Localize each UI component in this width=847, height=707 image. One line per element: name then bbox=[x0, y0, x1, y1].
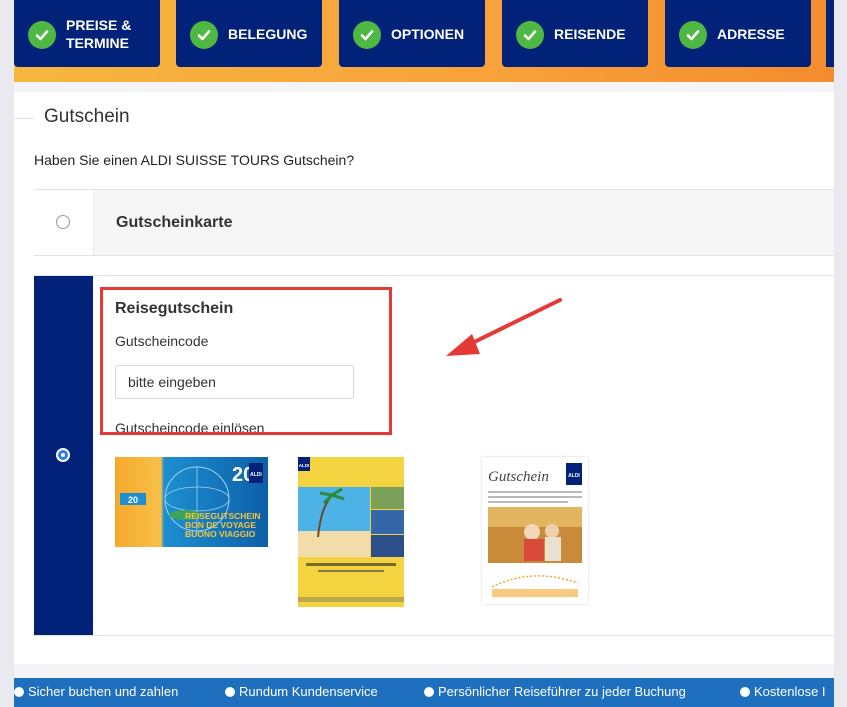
voucher1-brand: ALDI bbox=[250, 472, 262, 478]
check-icon bbox=[516, 21, 544, 49]
voucher3-brand: ALDI bbox=[568, 473, 580, 479]
voucher2-brand: ALDI bbox=[299, 463, 310, 468]
voucher1-line3: BUONO VIAGGIO bbox=[185, 529, 256, 539]
section-rule bbox=[14, 118, 34, 119]
voucher1-badge: 20 bbox=[128, 495, 138, 505]
highlight-box bbox=[100, 287, 392, 435]
voucher-image-3: Gutschein ALDI bbox=[482, 457, 588, 604]
check-icon bbox=[679, 21, 707, 49]
booking-page: PREISE & TERMINE BELEGUNG OPTIONEN REISEN… bbox=[14, 0, 834, 707]
voucher3-title: Gutschein bbox=[488, 469, 549, 485]
step-label: REISENDE bbox=[554, 25, 626, 42]
usp-item: Sicher buchen und zahlen bbox=[14, 684, 178, 699]
annotation-arrow-icon bbox=[446, 298, 562, 356]
step-label: OPTIONEN bbox=[391, 25, 465, 42]
step-belegung[interactable]: BELEGUNG bbox=[176, 0, 322, 67]
voucher-image-2: ALDI bbox=[298, 457, 404, 607]
usp-item: Rundum Kundenservice bbox=[225, 684, 378, 699]
step-label: BELEGUNG bbox=[228, 25, 308, 42]
option-gift-card[interactable]: Gutscheinkarte bbox=[34, 189, 834, 256]
gift-card-radio[interactable] bbox=[56, 215, 70, 229]
check-icon bbox=[190, 21, 218, 49]
step-label: PREISE & TERMINE bbox=[66, 16, 132, 51]
section-title: Gutschein bbox=[44, 106, 130, 128]
check-icon bbox=[353, 21, 381, 49]
voucher-question: Haben Sie einen ALDI SUISSE TOURS Gutsch… bbox=[34, 152, 355, 168]
check-icon bbox=[28, 21, 56, 49]
check-circle-icon bbox=[424, 687, 434, 697]
footer-separator bbox=[14, 664, 834, 678]
step-optionen[interactable]: OPTIONEN bbox=[339, 0, 485, 67]
radio-cell bbox=[34, 190, 94, 255]
check-circle-icon bbox=[740, 687, 750, 697]
check-circle-icon bbox=[14, 687, 24, 697]
gift-card-label[interactable]: Gutscheinkarte bbox=[116, 214, 232, 232]
step-reisende[interactable]: REISENDE bbox=[502, 0, 648, 67]
step-preise-termine[interactable]: PREISE & TERMINE bbox=[14, 0, 160, 67]
usp-ribbon: Sicher buchen und zahlen Rundum Kundense… bbox=[14, 678, 834, 707]
radio-cell-selected bbox=[34, 276, 93, 635]
check-circle-icon bbox=[225, 687, 235, 697]
usp-item: Persönlicher Reiseführer zu jeder Buchun… bbox=[424, 684, 686, 699]
travel-voucher-radio[interactable] bbox=[56, 448, 70, 462]
usp-item: Kostenlose I bbox=[740, 684, 826, 699]
step-adresse[interactable]: ADRESSE bbox=[665, 0, 811, 67]
step-label: ADRESSE bbox=[717, 25, 785, 42]
separator bbox=[14, 82, 834, 92]
progress-step-bar: PREISE & TERMINE BELEGUNG OPTIONEN REISEN… bbox=[14, 0, 834, 82]
step-next-edge[interactable] bbox=[826, 0, 834, 67]
voucher-image-1: 20 20 ALDI REISEGUTSCHEIN BON DE VOYAGE … bbox=[115, 457, 268, 547]
